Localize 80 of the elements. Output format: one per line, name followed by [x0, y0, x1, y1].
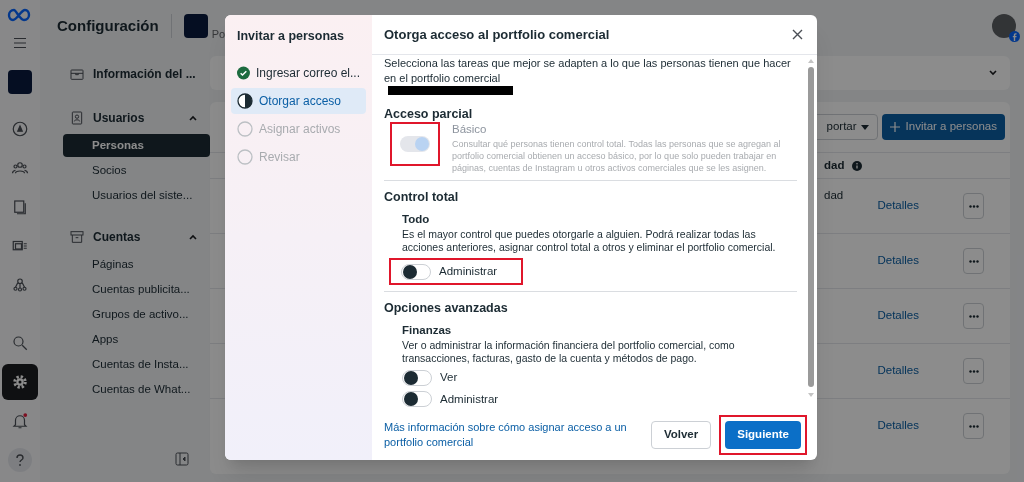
sidebar-item[interactable]: Apps — [63, 328, 210, 351]
toggle-switch[interactable] — [401, 263, 431, 280]
details-link[interactable]: Detalles — [877, 252, 919, 270]
sidebar-section[interactable]: Usuarios — [93, 109, 180, 127]
facebook-badge-icon — [1009, 31, 1020, 42]
option-description: Consultar qué personas tienen control total. Todas las personas que se agregan al portfolio comercial obtienen un acceso básico, por lo que solo pueden trabajar en páginas, cuentas de Instagram u otros activos comerciales que se les asignen. — [452, 138, 782, 174]
option-title: Todo — [402, 211, 431, 227]
half-circle-icon — [237, 92, 253, 109]
sidebar-item[interactable]: Cuentas de What... — [63, 378, 210, 401]
chevron-up-icon[interactable] — [188, 113, 198, 123]
network-icon[interactable] — [11, 276, 29, 294]
caret-icon — [860, 124, 869, 130]
business-avatar[interactable] — [8, 70, 32, 94]
invite-button[interactable]: Invitar a personas — [881, 114, 1005, 140]
toggle-label: Administrar — [439, 264, 498, 279]
more-options-button[interactable] — [963, 193, 984, 219]
toggle-switch[interactable] — [402, 369, 432, 386]
next-button[interactable]: Siguiente — [725, 421, 801, 449]
chevron-up-icon[interactable] — [188, 232, 198, 242]
sidebar-item[interactable]: Grupos de activo... — [63, 303, 210, 326]
toggle-switch[interactable] — [402, 391, 432, 408]
info-icon — [852, 160, 863, 171]
help-icon[interactable] — [8, 448, 32, 472]
option-title: Básico — [452, 121, 488, 137]
sidebar-section[interactable]: Información del ... — [93, 65, 198, 83]
option-title: Finanzas — [402, 323, 453, 338]
more-options-button[interactable] — [963, 358, 984, 384]
pages-icon[interactable] — [11, 198, 29, 216]
business-name: Po — [211, 26, 226, 42]
step-item[interactable]: Ingresar correo el... — [231, 59, 366, 86]
close-icon[interactable] — [792, 29, 803, 40]
business-avatar[interactable] — [183, 14, 208, 38]
step-item[interactable]: Otorgar acceso — [231, 87, 366, 114]
toggle-label: Administrar — [440, 391, 499, 407]
sidebar-section[interactable]: Cuentas — [93, 228, 180, 246]
sidebar-item[interactable]: Cuentas de Insta... — [63, 353, 210, 376]
section-title: Opciones avanzadas — [384, 300, 509, 318]
more-icon — [968, 259, 979, 263]
collapse-panel-icon[interactable] — [175, 452, 189, 466]
more-icon — [968, 369, 979, 373]
empty-circle-icon — [237, 120, 253, 137]
sidebar-item[interactable]: Cuentas publicita... — [63, 278, 210, 301]
id-card-icon — [69, 110, 85, 126]
section-title: Control total — [384, 189, 460, 206]
back-button[interactable]: Volver — [650, 421, 712, 449]
plus-icon — [889, 122, 900, 132]
intro-text: Selecciona las tareas que mejor se adapten a lo que las personas tienen que hacer en el portfolio comercial — [384, 56, 792, 86]
check-circle-icon — [237, 64, 250, 81]
option-description: Es el mayor control que puedes otorgarle a alguien. Podrá realizar todas las acciones anteriores, asignar control total a otros y eliminar el portfolio comercial. — [402, 228, 777, 254]
details-link[interactable]: Detalles — [877, 362, 919, 380]
infinity-logo-icon[interactable] — [7, 8, 33, 22]
details-link[interactable]: Detalles — [877, 417, 919, 435]
details-link[interactable]: Detalles — [877, 197, 919, 215]
table-cell-text: dad — [824, 188, 844, 203]
sidebar-item[interactable]: Usuarios del siste... — [63, 184, 210, 207]
sidebar-item[interactable]: Páginas — [63, 253, 210, 276]
section-title: Acceso parcial — [384, 106, 474, 123]
more-icon — [968, 204, 979, 208]
more-options-button[interactable] — [963, 248, 984, 274]
chevron-down-icon[interactable] — [988, 68, 998, 78]
more-icon — [968, 314, 979, 318]
settings-icon[interactable] — [11, 373, 29, 391]
archive-icon — [69, 229, 85, 245]
steps-title: Invitar a personas — [236, 28, 345, 45]
more-icon — [968, 424, 979, 428]
page-title: Configuración — [57, 15, 159, 36]
more-options-button[interactable] — [963, 413, 984, 439]
compass-icon[interactable] — [11, 120, 29, 138]
briefcase-icon — [69, 66, 85, 82]
bell-icon[interactable] — [11, 412, 29, 430]
column-header: dad — [824, 157, 845, 173]
dialog-title: Otorga acceso al portfolio comercial — [384, 25, 611, 44]
sidebar-item[interactable]: Socios — [63, 159, 210, 182]
option-description: Ver o administrar la información financiera del portfolio comercial, como transacciones, facturas, gasto de la cuenta y métodos de pago. — [402, 339, 736, 366]
more-options-button[interactable] — [963, 303, 984, 329]
empty-circle-icon — [237, 148, 253, 165]
toggle-label: Ver — [440, 370, 458, 386]
search-icon[interactable] — [11, 334, 29, 352]
sidebar-item[interactable]: Personas — [63, 134, 210, 157]
details-link[interactable]: Detalles — [877, 307, 919, 325]
